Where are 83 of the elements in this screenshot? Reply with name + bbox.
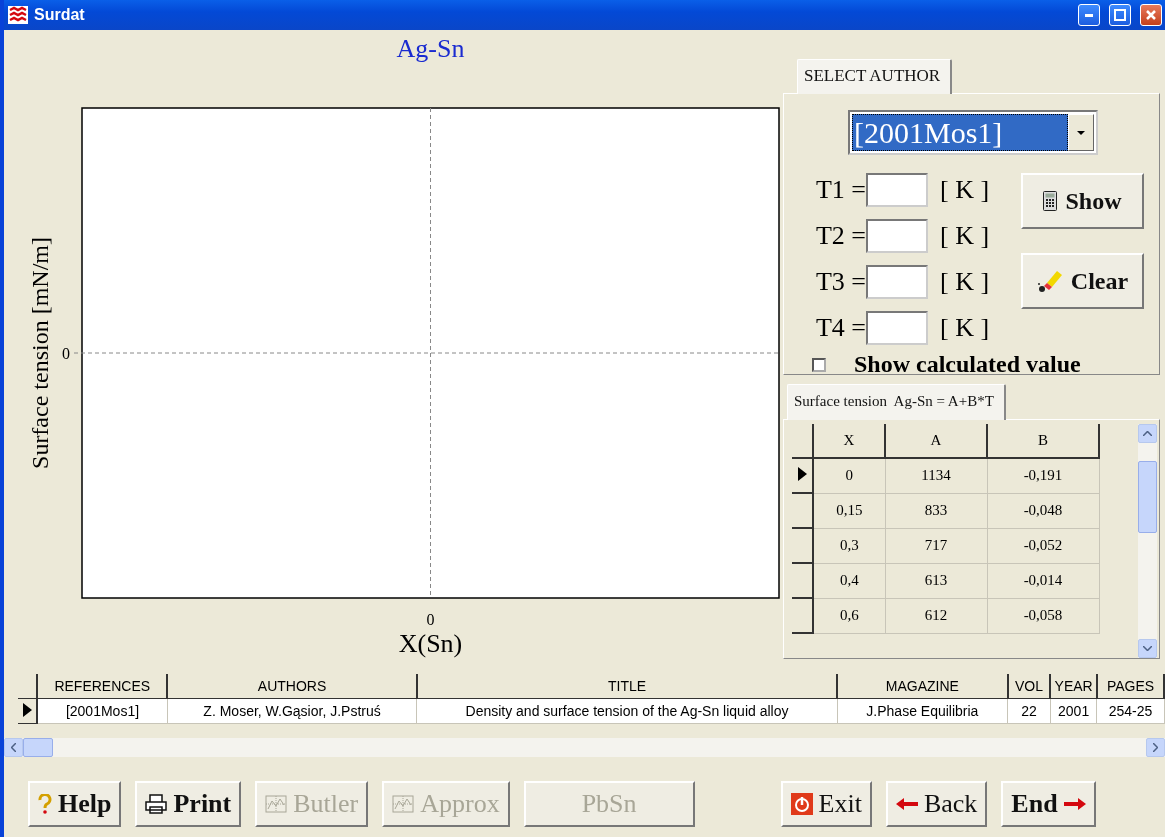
tab[interactable]: Surface tension Ag-Sn = A+B*T bbox=[787, 384, 1006, 420]
column-header: B bbox=[987, 424, 1099, 458]
minimize-icon bbox=[1085, 13, 1093, 17]
close-button[interactable] bbox=[1140, 4, 1162, 26]
temperature-label: T4 = bbox=[814, 313, 866, 343]
toolbar-button[interactable]: Help bbox=[28, 781, 122, 827]
temperature-label: T2 = bbox=[814, 221, 866, 251]
table-cell: 612 bbox=[885, 598, 987, 633]
eraser-icon bbox=[1036, 269, 1063, 293]
table-cell: 0 bbox=[813, 458, 885, 493]
unit-label: [ K ] bbox=[940, 221, 990, 251]
window-title: Surdat bbox=[34, 6, 86, 24]
table-cell: -0,052 bbox=[987, 528, 1099, 563]
checkbox[interactable] bbox=[812, 357, 826, 372]
app-logo-icon bbox=[8, 6, 28, 24]
table-cell: 0,4 bbox=[813, 563, 885, 598]
column-header: YEAR bbox=[1050, 674, 1097, 699]
chart-icon bbox=[265, 795, 288, 813]
table-cell: J.Phase Equilibria bbox=[837, 698, 1008, 724]
minimize-button[interactable] bbox=[1078, 4, 1100, 26]
printer-icon bbox=[145, 794, 168, 814]
chart-title: Ag-Sn bbox=[396, 34, 465, 63]
y-tick-label: 0 bbox=[62, 345, 70, 362]
question-icon bbox=[38, 794, 52, 814]
column-header: X bbox=[813, 424, 885, 458]
temperature-field[interactable] bbox=[866, 311, 928, 345]
table-cell: Z. Moser, W.Gąsior, J.Pstruś bbox=[167, 698, 417, 724]
table-cell: -0,191 bbox=[987, 458, 1099, 493]
author-dropdown[interactable]: [2001Mos1] bbox=[848, 110, 1098, 155]
table-cell: -0,058 bbox=[987, 598, 1099, 633]
scrollbar-thumb[interactable] bbox=[23, 738, 53, 757]
horizontal-scrollbar[interactable] bbox=[4, 738, 1165, 757]
table-cell: -0,048 bbox=[987, 493, 1099, 528]
toolbar-button[interactable]: Back bbox=[885, 781, 988, 827]
unit-label: [ K ] bbox=[940, 175, 990, 205]
vertical-scrollbar[interactable] bbox=[1138, 424, 1157, 658]
table-cell: [2001Mos1] bbox=[37, 698, 168, 724]
power-icon bbox=[790, 793, 813, 815]
temperature-field[interactable] bbox=[866, 219, 928, 253]
column-header: REFERENCES bbox=[37, 674, 168, 699]
show-button[interactable]: Show bbox=[1021, 173, 1144, 229]
calculator-icon bbox=[1043, 191, 1058, 211]
right-arrow-icon bbox=[1063, 798, 1086, 810]
table-cell: 0,15 bbox=[813, 493, 885, 528]
clear-button[interactable]: Clear bbox=[1021, 253, 1144, 309]
table-cell: 833 bbox=[885, 493, 987, 528]
table-cell: 717 bbox=[885, 528, 987, 563]
x-axis-label: X(Sn) bbox=[398, 629, 463, 658]
temperature-label: T1 = bbox=[814, 175, 866, 205]
tab[interactable]: SELECT AUTHOR bbox=[797, 59, 953, 94]
column-header: MAGAZINE bbox=[837, 674, 1008, 699]
unit-label: [ K ] bbox=[940, 313, 990, 343]
scrollbar-thumb[interactable] bbox=[1138, 461, 1157, 533]
x-tick-label: 0 bbox=[426, 611, 435, 628]
temperature-field[interactable] bbox=[866, 265, 928, 299]
table-cell: 613 bbox=[885, 563, 987, 598]
chart-icon bbox=[392, 795, 415, 813]
toolbar-button[interactable]: Print bbox=[135, 781, 242, 827]
maximize-button[interactable] bbox=[1109, 4, 1131, 26]
caret-icon bbox=[1077, 130, 1085, 135]
column-header: TITLE bbox=[416, 674, 838, 699]
close-icon bbox=[1146, 10, 1156, 20]
column-header: VOL bbox=[1007, 674, 1051, 699]
temperature-field[interactable] bbox=[866, 173, 928, 207]
table-cell: 0,3 bbox=[813, 528, 885, 563]
row-pointer-icon bbox=[797, 466, 807, 481]
checkbox-label: Show calculated value bbox=[854, 351, 1081, 378]
maximize-icon bbox=[1114, 9, 1126, 21]
left-arrow-icon bbox=[895, 798, 918, 810]
table-cell: -0,014 bbox=[987, 563, 1099, 598]
column-header: PAGES bbox=[1096, 674, 1164, 699]
end-button[interactable]: End bbox=[1001, 781, 1096, 827]
table-cell: Density and surface tension of the Ag-Sn liquid alloy bbox=[416, 698, 838, 724]
unit-label: [ K ] bbox=[940, 267, 990, 297]
table-cell: 1134 bbox=[885, 458, 987, 493]
temperature-label: T3 = bbox=[814, 267, 866, 297]
toolbar-button[interactable]: Exit bbox=[780, 781, 872, 827]
y-axis-label: Surface tension [mN/m] bbox=[27, 237, 53, 469]
table-cell: 0,6 bbox=[813, 598, 885, 633]
column-header: AUTHORS bbox=[167, 674, 417, 699]
selected-author: [2001Mos1] bbox=[852, 114, 1068, 151]
column-header: A bbox=[885, 424, 987, 458]
row-pointer-icon bbox=[22, 702, 32, 717]
